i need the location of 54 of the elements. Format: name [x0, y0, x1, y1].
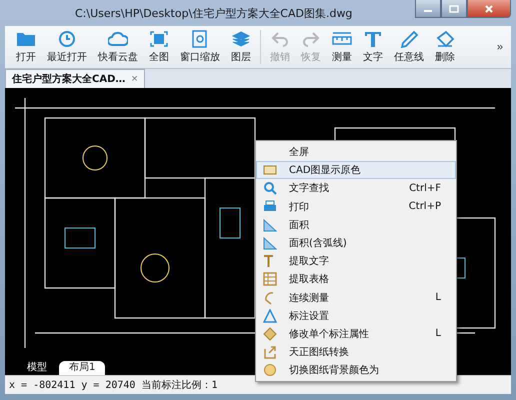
- maximize-button[interactable]: [441, 0, 467, 18]
- area-icon: [263, 218, 277, 232]
- menu-item[interactable]: 文字查找 Ctrl+F: [256, 179, 456, 198]
- export-icon: [263, 345, 277, 360]
- menu-item[interactable]: 天正图纸转换: [256, 343, 456, 362]
- overflow-button[interactable]: »: [494, 41, 505, 53]
- close-button[interactable]: [467, 0, 511, 18]
- menu-item[interactable]: 全屏: [256, 143, 456, 162]
- table-icon: [263, 272, 277, 286]
- toolbar-button[interactable]: 全图: [144, 28, 174, 66]
- cursor-coordinates: x = -802411 y = 20740 当前标注比例：1: [9, 378, 218, 392]
- search-icon: [263, 181, 277, 196]
- printer-icon: [263, 200, 277, 214]
- menu-item[interactable]: 提取表格: [256, 270, 456, 288]
- area-icon: [263, 236, 277, 250]
- close-tab-button[interactable]: ×: [131, 73, 138, 85]
- toolbar-button[interactable]: 测量: [327, 28, 357, 66]
- layout-tab[interactable]: 布局1: [59, 361, 106, 375]
- toolbar-button[interactable]: 文字: [358, 28, 388, 66]
- tab-title: 住宅户型方案大全CAD…: [12, 72, 126, 86]
- menu-item[interactable]: 面积(含弧线): [256, 234, 456, 252]
- menu-item[interactable]: 修改单个标注属性 L: [256, 324, 456, 344]
- ruler-icon: [332, 30, 352, 48]
- toolbar-button[interactable]: 打开: [11, 28, 41, 66]
- maximize-icon: [449, 4, 459, 12]
- menu-item[interactable]: 连续测量 L: [256, 288, 456, 307]
- document-tab[interactable]: 住宅户型方案大全CAD… ×: [5, 69, 145, 88]
- window-title: C:\Users\HP\Desktop\住宅户型方案大全CAD图集.dwg: [74, 6, 352, 20]
- clock-icon: [57, 30, 77, 48]
- zoom-window-icon: [190, 30, 210, 48]
- toolbar-button[interactable]: 任意线: [389, 28, 429, 66]
- menu-item[interactable]: CAD图显示原色: [256, 161, 456, 180]
- eraser-icon: [435, 30, 455, 48]
- toolbar-button[interactable]: 窗口缩放: [175, 28, 225, 66]
- close-icon: [484, 4, 494, 12]
- menu-item[interactable]: 标注设置: [256, 306, 456, 325]
- layers-icon: [231, 30, 251, 48]
- cloud-icon: [108, 30, 128, 48]
- toolbar-button[interactable]: 删除: [430, 28, 460, 66]
- menu-item[interactable]: 提取文字: [256, 252, 456, 270]
- redo-icon: [301, 30, 321, 48]
- folder-icon: [16, 30, 36, 48]
- menu-item[interactable]: 切换图纸背景颜色为: [256, 361, 456, 380]
- menu-item[interactable]: 打印 Ctrl+P: [256, 198, 456, 216]
- menu-item[interactable]: 面积: [256, 216, 456, 234]
- toolbar-button[interactable]: 快看云盘: [93, 28, 143, 66]
- toolbar-button[interactable]: 图层: [226, 28, 256, 66]
- minimize-button[interactable]: [415, 0, 441, 18]
- diamond-icon: [263, 326, 277, 341]
- pen-icon: [399, 30, 419, 48]
- undo-icon: [270, 30, 290, 48]
- text-icon: [363, 30, 383, 48]
- toolbar-button[interactable]: 最近打开: [42, 28, 92, 66]
- fit-icon: [149, 30, 169, 48]
